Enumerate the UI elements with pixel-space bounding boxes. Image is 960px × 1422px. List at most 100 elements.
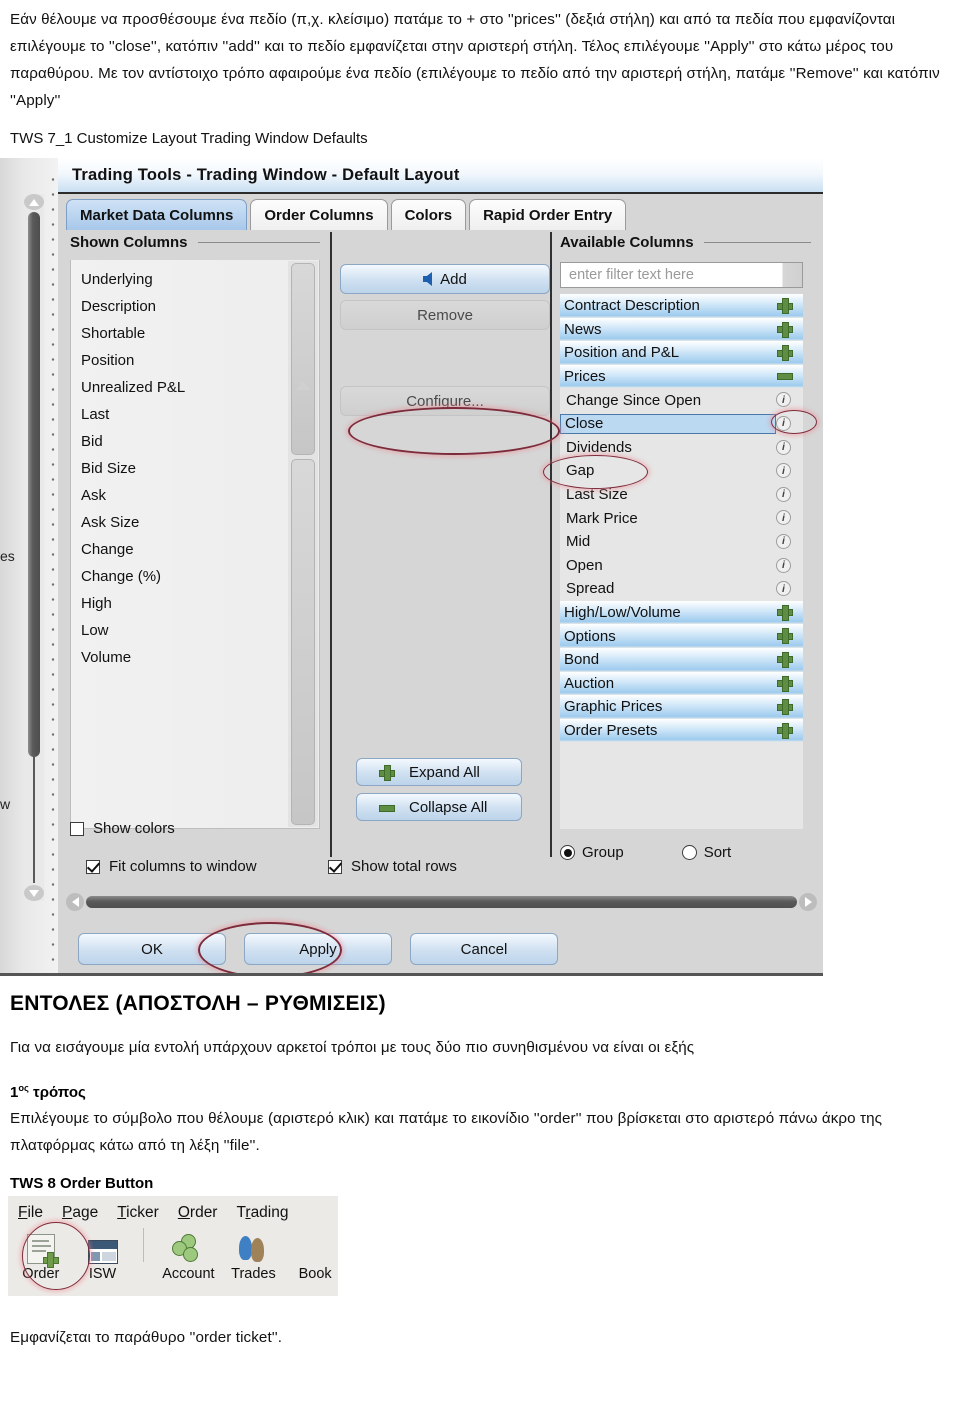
tab-market-data-columns[interactable]: Market Data Columns <box>66 199 248 230</box>
menu-item-trading[interactable]: Trading <box>236 1204 288 1222</box>
available-column-row[interactable]: News <box>560 317 803 342</box>
tab-colors[interactable]: Colors <box>390 199 467 230</box>
remove-button[interactable]: Remove <box>340 300 550 330</box>
plus-icon[interactable] <box>777 604 793 623</box>
list-item[interactable]: Last <box>81 401 319 428</box>
plus-icon[interactable] <box>777 298 793 316</box>
radio-button-icon[interactable] <box>560 845 575 860</box>
info-icon[interactable]: i <box>776 415 791 431</box>
plus-icon[interactable] <box>777 675 793 694</box>
plus-icon[interactable] <box>777 651 793 670</box>
list-item[interactable]: Description <box>81 293 319 320</box>
info-icon[interactable]: i <box>776 486 791 502</box>
menu-item-order[interactable]: Order <box>178 1204 218 1222</box>
plus-icon[interactable] <box>777 628 793 646</box>
available-column-row[interactable]: Auction <box>560 671 803 696</box>
toolbar-button-book[interactable]: Book <box>292 1236 338 1282</box>
plus-icon[interactable] <box>777 345 793 363</box>
menu-item-file[interactable]: File <box>18 1204 43 1222</box>
info-icon[interactable]: i <box>776 581 791 597</box>
expand-all-button[interactable]: Expand All <box>356 758 522 786</box>
list-item[interactable]: Bid Size <box>81 455 319 482</box>
configure-button[interactable]: Configure... <box>340 386 550 416</box>
ok-button[interactable]: OK <box>78 933 226 965</box>
list-item[interactable]: Change (%) <box>81 563 319 590</box>
fit-columns-checkbox[interactable]: Fit columns to window <box>86 858 257 875</box>
list-item[interactable]: Underlying <box>81 266 319 293</box>
minus-icon[interactable] <box>777 369 793 387</box>
list-item[interactable]: Ask <box>81 482 319 509</box>
cancel-button[interactable]: Cancel <box>410 933 558 965</box>
scroll-down-arrow-icon[interactable] <box>24 885 44 901</box>
shown-columns-list[interactable]: Underlying Description Shortable Positio… <box>70 260 320 829</box>
add-button[interactable]: Add <box>340 264 550 294</box>
horizontal-scrollbar-thumb[interactable] <box>86 896 797 908</box>
info-icon[interactable]: i <box>776 510 791 526</box>
collapse-all-button[interactable]: Collapse All <box>356 793 522 821</box>
info-icon[interactable]: i <box>776 557 791 573</box>
available-columns-list[interactable]: Contract Description News Position and P&L… <box>560 294 803 829</box>
list-item[interactable]: Position <box>81 347 319 374</box>
available-column-row[interactable]: High/Low/Volume <box>560 600 803 625</box>
list-item[interactable]: High <box>81 590 319 617</box>
background-vertical-scrollbar[interactable] <box>24 194 44 901</box>
checkbox-icon[interactable] <box>86 859 100 874</box>
available-column-row[interactable]: Contract Description <box>560 294 803 318</box>
available-column-row[interactable]: Close i <box>560 412 803 436</box>
scrollbar-thumb[interactable] <box>28 212 40 757</box>
scroll-left-arrow-icon[interactable] <box>66 893 84 911</box>
available-column-row[interactable]: Order Presets <box>560 718 803 743</box>
available-column-row[interactable]: Mid i <box>560 530 803 554</box>
available-column-row[interactable]: Graphic Prices <box>560 695 803 719</box>
list-item[interactable]: Volume <box>81 644 319 671</box>
info-icon[interactable]: i <box>776 439 791 455</box>
available-column-row[interactable]: Position and P&L <box>560 341 803 365</box>
toolbar-button-order[interactable]: Order <box>18 1234 64 1282</box>
list-item[interactable]: Shortable <box>81 320 319 347</box>
show-total-rows-checkbox[interactable]: Show total rows <box>328 858 457 875</box>
scrollbar-thumb-upper[interactable] <box>291 263 315 455</box>
scrollbar-thumb-lower[interactable] <box>291 459 315 825</box>
list-item[interactable]: Ask Size <box>81 509 319 536</box>
info-icon[interactable]: i <box>776 463 791 479</box>
radio-sort-option[interactable]: Sort <box>681 844 731 861</box>
apply-button[interactable]: Apply <box>244 933 392 965</box>
dialog-horizontal-scrollbar[interactable] <box>66 893 817 911</box>
checkbox-icon[interactable] <box>328 859 342 874</box>
available-column-row[interactable]: Last Size i <box>560 483 803 507</box>
tab-order-columns[interactable]: Order Columns <box>250 199 388 230</box>
available-column-row[interactable]: Change Since Open i <box>560 388 803 412</box>
list-item[interactable]: Bid <box>81 428 319 455</box>
available-column-row[interactable]: Dividends i <box>560 436 803 460</box>
toolbar-button-trades[interactable]: Trades <box>231 1234 277 1282</box>
dotted-drag-handle[interactable] <box>48 172 58 965</box>
toolbar-button-isw[interactable]: ISW <box>80 1240 126 1282</box>
info-icon[interactable]: i <box>776 533 791 549</box>
scroll-right-arrow-icon[interactable] <box>799 893 817 911</box>
info-icon[interactable]: i <box>776 392 791 408</box>
available-column-row[interactable]: Prices <box>560 364 803 389</box>
available-column-row[interactable]: Options <box>560 624 803 648</box>
radio-group-option[interactable]: Group <box>560 844 624 861</box>
plus-icon[interactable] <box>777 321 793 340</box>
toolbar-button-account[interactable]: Account <box>162 1234 215 1282</box>
list-item[interactable]: Unrealized P&L <box>81 374 319 401</box>
available-column-row[interactable]: Mark Price i <box>560 506 803 530</box>
list-item[interactable]: Low <box>81 617 319 644</box>
filter-field-wrapper[interactable]: enter filter text here <box>560 262 803 288</box>
plus-icon[interactable] <box>777 722 793 741</box>
menu-item-ticker[interactable]: Ticker <box>117 1204 159 1222</box>
available-column-row[interactable]: Open i <box>560 554 803 578</box>
available-column-row[interactable]: Bond <box>560 647 803 672</box>
plus-icon[interactable] <box>777 699 793 717</box>
available-column-row[interactable]: Spread i <box>560 577 803 601</box>
tab-rapid-order-entry[interactable]: Rapid Order Entry <box>469 199 627 230</box>
menu-item-page[interactable]: Page <box>62 1204 98 1222</box>
scroll-up-arrow-icon[interactable] <box>24 194 44 210</box>
show-colors-checkbox[interactable]: Show colors <box>70 820 175 837</box>
checkbox-icon[interactable] <box>70 821 84 836</box>
available-column-row[interactable]: Gap i <box>560 459 803 483</box>
shown-columns-scrollbar[interactable] <box>288 261 318 827</box>
list-item[interactable]: Change <box>81 536 319 563</box>
filter-input[interactable]: enter filter text here <box>560 262 803 288</box>
